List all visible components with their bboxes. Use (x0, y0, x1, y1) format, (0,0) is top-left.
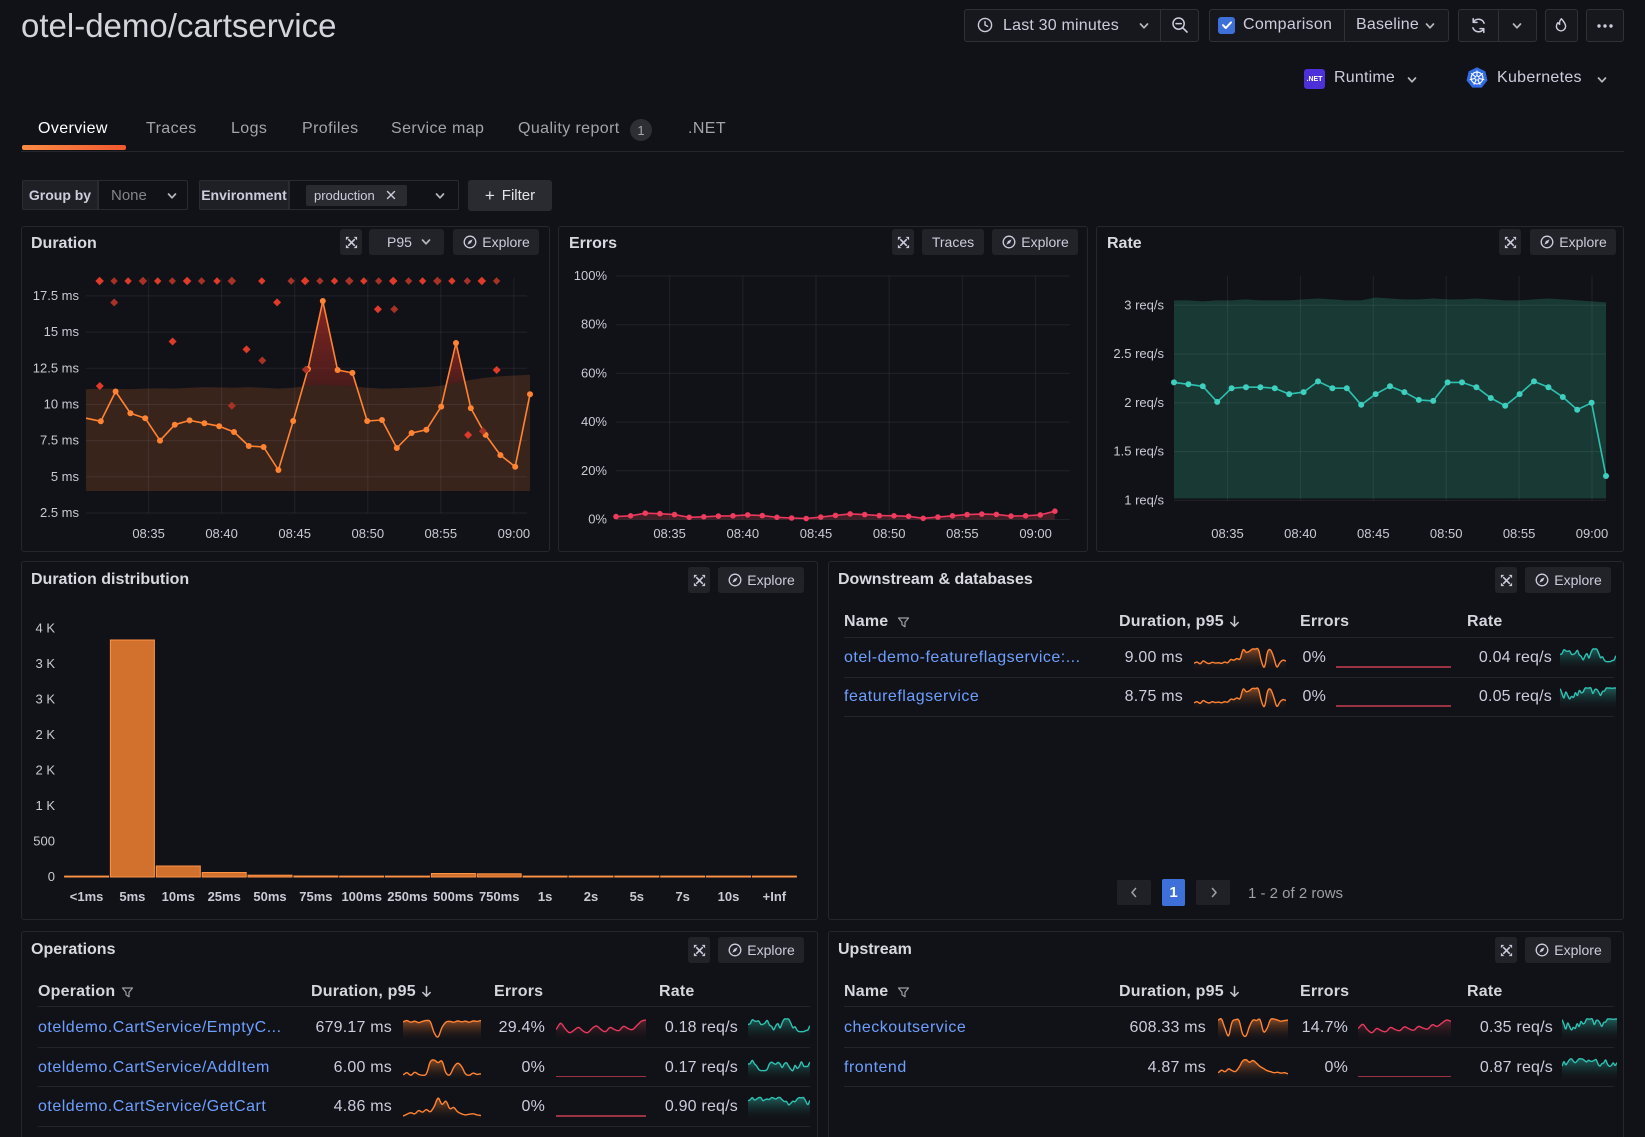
svg-text:08:45: 08:45 (800, 526, 833, 541)
svg-text:08:50: 08:50 (1430, 526, 1463, 541)
svg-text:100%: 100% (574, 268, 608, 283)
svg-text:09:00: 09:00 (1576, 526, 1609, 541)
svg-text:08:40: 08:40 (205, 526, 238, 541)
svg-text:0%: 0% (588, 512, 607, 527)
svg-text:50ms: 50ms (253, 889, 286, 904)
svg-text:20%: 20% (581, 463, 607, 478)
svg-text:80%: 80% (581, 317, 607, 332)
svg-text:5ms: 5ms (119, 889, 145, 904)
svg-text:08:35: 08:35 (653, 526, 686, 541)
svg-text:7s: 7s (675, 889, 689, 904)
svg-text:2s: 2s (584, 889, 598, 904)
svg-text:1.5 req/s: 1.5 req/s (1113, 444, 1164, 459)
svg-text:75ms: 75ms (299, 889, 332, 904)
svg-text:0: 0 (48, 869, 55, 884)
svg-text:3 req/s: 3 req/s (1124, 297, 1164, 312)
svg-text:<1ms: <1ms (70, 889, 104, 904)
svg-text:1 req/s: 1 req/s (1124, 492, 1164, 507)
svg-text:25ms: 25ms (208, 889, 241, 904)
svg-text:2 K: 2 K (35, 727, 55, 742)
svg-text:10 ms: 10 ms (44, 397, 80, 412)
svg-text:5 ms: 5 ms (51, 469, 80, 484)
svg-text:08:50: 08:50 (352, 526, 385, 541)
svg-text:250ms: 250ms (387, 889, 427, 904)
svg-text:08:55: 08:55 (425, 526, 458, 541)
svg-text:+Inf: +Inf (763, 889, 787, 904)
svg-text:10ms: 10ms (162, 889, 195, 904)
svg-text:08:35: 08:35 (1211, 526, 1244, 541)
svg-text:1 K: 1 K (35, 798, 55, 813)
svg-text:15 ms: 15 ms (44, 324, 80, 339)
svg-text:09:00: 09:00 (1019, 526, 1052, 541)
svg-text:12.5 ms: 12.5 ms (33, 360, 80, 375)
svg-text:4 K: 4 K (35, 621, 55, 636)
svg-text:09:00: 09:00 (498, 526, 531, 541)
svg-text:08:45: 08:45 (278, 526, 311, 541)
svg-text:500ms: 500ms (433, 889, 473, 904)
svg-text:750ms: 750ms (479, 889, 519, 904)
svg-text:08:50: 08:50 (873, 526, 906, 541)
svg-text:17.5 ms: 17.5 ms (33, 288, 80, 303)
svg-text:2.5 ms: 2.5 ms (40, 505, 80, 520)
svg-text:08:40: 08:40 (727, 526, 760, 541)
svg-text:3 K: 3 K (35, 692, 55, 707)
svg-text:7.5 ms: 7.5 ms (40, 433, 80, 448)
svg-text:08:35: 08:35 (132, 526, 165, 541)
svg-text:100ms: 100ms (341, 889, 381, 904)
svg-text:2.5 req/s: 2.5 req/s (1113, 346, 1164, 361)
svg-text:5s: 5s (630, 889, 644, 904)
svg-text:60%: 60% (581, 365, 607, 380)
svg-text:10s: 10s (718, 889, 740, 904)
svg-text:2 K: 2 K (35, 763, 55, 778)
svg-text:40%: 40% (581, 414, 607, 429)
svg-text:1s: 1s (538, 889, 552, 904)
svg-text:500: 500 (33, 834, 55, 849)
svg-text:08:55: 08:55 (1503, 526, 1536, 541)
svg-text:3 K: 3 K (35, 656, 55, 671)
svg-text:08:40: 08:40 (1284, 526, 1317, 541)
svg-text:08:45: 08:45 (1357, 526, 1390, 541)
svg-text:2 req/s: 2 req/s (1124, 395, 1164, 410)
svg-text:08:55: 08:55 (946, 526, 979, 541)
